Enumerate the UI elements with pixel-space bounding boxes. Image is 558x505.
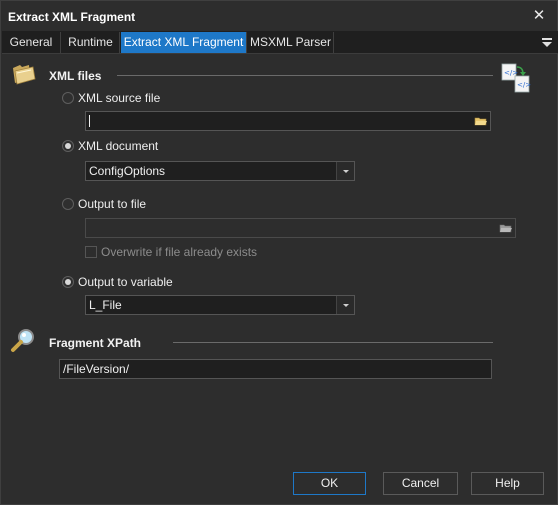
xml-document-select[interactable]: ConfigOptions [85,161,355,181]
browse-folder-icon[interactable] [498,220,514,236]
tab-extract-xml-fragment[interactable]: Extract XML Fragment [121,32,247,53]
folder-icon [13,65,36,85]
help-button[interactable]: Help [471,472,544,495]
tab-msxml-parser[interactable]: MSXML Parser [248,32,334,53]
tab-strip: General Runtime Extract XML Fragment MSX… [2,31,558,54]
output-variable-select[interactable]: L_File [85,295,355,315]
output-to-variable-label: Output to variable [78,275,173,289]
text-cursor [89,115,90,127]
output-to-variable-radio[interactable] [62,276,74,288]
title-bar: Extract XML Fragment ✕ [1,1,557,31]
divider [173,342,493,343]
xml-source-file-label: XML source file [78,91,161,105]
xml-source-file-radio[interactable] [62,92,74,104]
fragment-xpath-value: /FileVersion/ [63,362,130,376]
output-to-file-radio[interactable] [62,198,74,210]
tab-content: XML files </> </> XML source file XML do… [1,55,557,465]
xml-documents-icon: </> </> [501,63,531,93]
divider [117,75,493,76]
magnifier-icon [11,329,34,352]
output-file-input[interactable] [85,218,516,238]
tab-general[interactable]: General [2,32,61,53]
dialog-window: Extract XML Fragment ✕ General Runtime E… [0,0,558,505]
output-to-file-option[interactable]: Output to file [62,197,262,213]
xml-document-value: ConfigOptions [89,164,166,178]
output-to-file-label: Output to file [78,197,147,211]
output-to-variable-option[interactable]: Output to variable [62,275,262,291]
xml-document-label: XML document [78,139,159,153]
svg-text:</>: </> [517,81,531,89]
overwrite-checkbox[interactable] [85,246,97,258]
output-variable-value: L_File [89,298,122,312]
window-title: Extract XML Fragment [8,10,136,24]
ok-button[interactable]: OK [293,472,366,495]
chevron-down-icon[interactable] [336,162,354,180]
browse-folder-icon[interactable] [473,113,489,129]
fragment-xpath-input[interactable]: /FileVersion/ [59,359,492,379]
fragment-xpath-heading: Fragment XPath [49,336,142,350]
xml-source-file-option[interactable]: XML source file [62,91,262,107]
tab-menu-icon[interactable] [540,35,554,49]
tab-runtime[interactable]: Runtime [62,32,120,53]
xml-files-heading: XML files [49,69,102,83]
close-icon[interactable]: ✕ [527,5,551,27]
overwrite-option[interactable]: Overwrite if file already exists [85,245,385,260]
xml-source-file-input[interactable] [85,111,491,131]
cancel-button[interactable]: Cancel [383,472,458,495]
xml-document-option[interactable]: XML document [62,139,262,155]
overwrite-label: Overwrite if file already exists [101,245,258,259]
xml-document-radio[interactable] [62,140,74,152]
chevron-down-icon[interactable] [336,296,354,314]
